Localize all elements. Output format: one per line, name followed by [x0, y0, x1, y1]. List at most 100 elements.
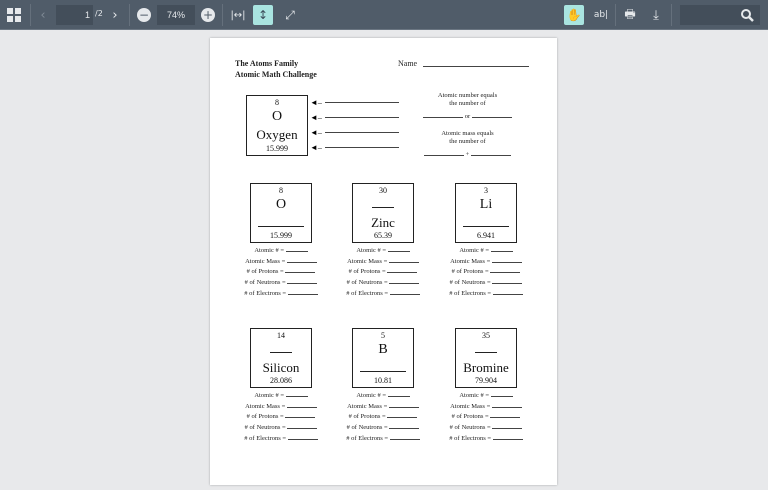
question-line: Atomic # =	[333, 391, 433, 402]
question-line: # of Electrons =	[333, 434, 433, 445]
name-line	[423, 60, 529, 67]
previous-page-button[interactable]: ‹	[36, 6, 50, 24]
symbol-blank	[270, 343, 292, 353]
question-label: Atomic Mass =	[347, 257, 388, 265]
question-label: # of Protons =	[451, 268, 489, 276]
print-icon[interactable]: 🖶	[622, 7, 638, 23]
question-line: # of Protons =	[333, 267, 433, 278]
question-line: # of Protons =	[333, 412, 433, 423]
hint1b: the number of	[449, 100, 486, 107]
atomic-number: 30	[379, 186, 387, 195]
question-label: # of Neutrons =	[449, 424, 491, 432]
element-card: 5 B 10.81	[352, 328, 414, 388]
thumbnails-grid-icon[interactable]	[6, 7, 22, 23]
question-line: # of Neutrons =	[231, 278, 331, 289]
zoom-out-button[interactable]: −	[137, 8, 151, 22]
atomic-number: 3	[484, 186, 488, 195]
zoom-level-input[interactable]: 74%	[157, 5, 195, 25]
question-label: # of Protons =	[348, 268, 386, 276]
atomic-mass: 15.999	[270, 231, 292, 240]
question-label: # of Electrons =	[449, 434, 492, 442]
question-block: Atomic # = Atomic Mass = # of Protons = …	[333, 391, 433, 445]
page-total: /2	[95, 9, 103, 18]
question-label: # of Protons =	[246, 268, 284, 276]
fit-page-icon[interactable]: ↕	[253, 5, 273, 25]
question-line: Atomic Mass =	[436, 257, 536, 268]
example-mass: 15.999	[266, 144, 288, 153]
name-blank	[360, 362, 406, 372]
atomic-number: 35	[482, 331, 490, 340]
element-card: 8 O 15.999	[250, 183, 312, 243]
example-number: 8	[275, 98, 279, 107]
symbol-blank	[372, 198, 394, 208]
name-blank	[258, 217, 304, 227]
question-label: Atomic Mass =	[245, 402, 286, 410]
question-label: # of Neutrons =	[244, 279, 286, 287]
question-label: # of Protons =	[451, 413, 489, 421]
element-symbol: O	[275, 197, 287, 212]
question-label: # of Electrons =	[346, 434, 389, 442]
question-line: # of Electrons =	[231, 434, 331, 445]
question-line: # of Electrons =	[231, 289, 331, 300]
fit-width-icon[interactable]: |↔|	[229, 7, 247, 23]
question-line: # of Neutrons =	[436, 278, 536, 289]
question-line: # of Electrons =	[436, 434, 536, 445]
atomic-mass: 28.086	[270, 376, 292, 385]
question-line: Atomic # =	[333, 246, 433, 257]
toolbar: ‹ 1 /2 › − 74% + |↔| ↕ ⤢ ✋ ab| 🖶 ⤓	[0, 0, 768, 30]
atomic-mass: 10.81	[374, 376, 392, 385]
question-line: Atomic # =	[231, 391, 331, 402]
example-name: Oxygen	[256, 127, 298, 142]
question-line: # of Protons =	[231, 267, 331, 278]
arrow-icon: ◄–	[310, 128, 322, 137]
symbol-blank	[475, 343, 497, 353]
question-label: # of Neutrons =	[346, 279, 388, 287]
question-label: # of Neutrons =	[244, 424, 286, 432]
question-line: # of Neutrons =	[333, 278, 433, 289]
question-label: # of Electrons =	[346, 289, 389, 297]
question-block: Atomic # = Atomic Mass = # of Protons = …	[436, 246, 536, 300]
question-label: Atomic # =	[356, 392, 387, 399]
element-name: Zinc	[371, 215, 395, 230]
question-label: # of Neutrons =	[346, 424, 388, 432]
question-line: Atomic Mass =	[231, 402, 331, 413]
search-input[interactable]	[680, 5, 760, 25]
example-symbol: O	[271, 109, 283, 124]
doc-title: The Atoms Family	[235, 59, 299, 68]
question-label: # of Protons =	[246, 413, 284, 421]
zoom-in-button[interactable]: +	[201, 8, 215, 22]
answer-line	[325, 147, 399, 148]
question-label: Atomic Mass =	[347, 402, 388, 410]
arrow-icon: ◄–	[310, 143, 322, 152]
or-label: or	[464, 113, 471, 120]
question-label: # of Protons =	[348, 413, 386, 421]
search-icon	[741, 8, 754, 22]
doc-subtitle: Atomic Math Challenge	[235, 70, 317, 79]
text-select-icon[interactable]: ab|	[592, 7, 610, 23]
hand-tool-icon[interactable]: ✋	[564, 5, 584, 25]
page-number-input[interactable]: 1	[56, 5, 93, 25]
atomic-mass: 65.39	[374, 231, 392, 240]
question-block: Atomic # = Atomic Mass = # of Protons = …	[436, 391, 536, 445]
name-label: Name	[398, 59, 418, 68]
element-name: Bromine	[463, 360, 509, 375]
element-symbol: B	[378, 342, 388, 357]
fullscreen-icon[interactable]: ⤢	[282, 7, 298, 23]
question-line: # of Electrons =	[333, 289, 433, 300]
next-page-button[interactable]: ›	[108, 6, 122, 24]
question-label: Atomic # =	[254, 392, 285, 399]
question-label: # of Neutrons =	[449, 279, 491, 287]
atomic-mass: 79.904	[475, 376, 497, 385]
pdf-page: The Atoms Family Atomic Math Challenge N…	[210, 38, 557, 485]
question-label: Atomic # =	[459, 392, 490, 399]
hint-atomic-number: Atomic number equals the number of or At…	[415, 92, 520, 159]
atomic-number: 5	[381, 331, 385, 340]
question-line: Atomic # =	[231, 246, 331, 257]
name-blank	[463, 217, 509, 227]
atomic-mass: 6.941	[477, 231, 495, 240]
download-icon[interactable]: ⤓	[648, 6, 664, 24]
question-line: # of Protons =	[436, 412, 536, 423]
arrow-icon: ◄–	[310, 113, 322, 122]
question-line: # of Neutrons =	[333, 423, 433, 434]
question-label: Atomic Mass =	[450, 257, 491, 265]
